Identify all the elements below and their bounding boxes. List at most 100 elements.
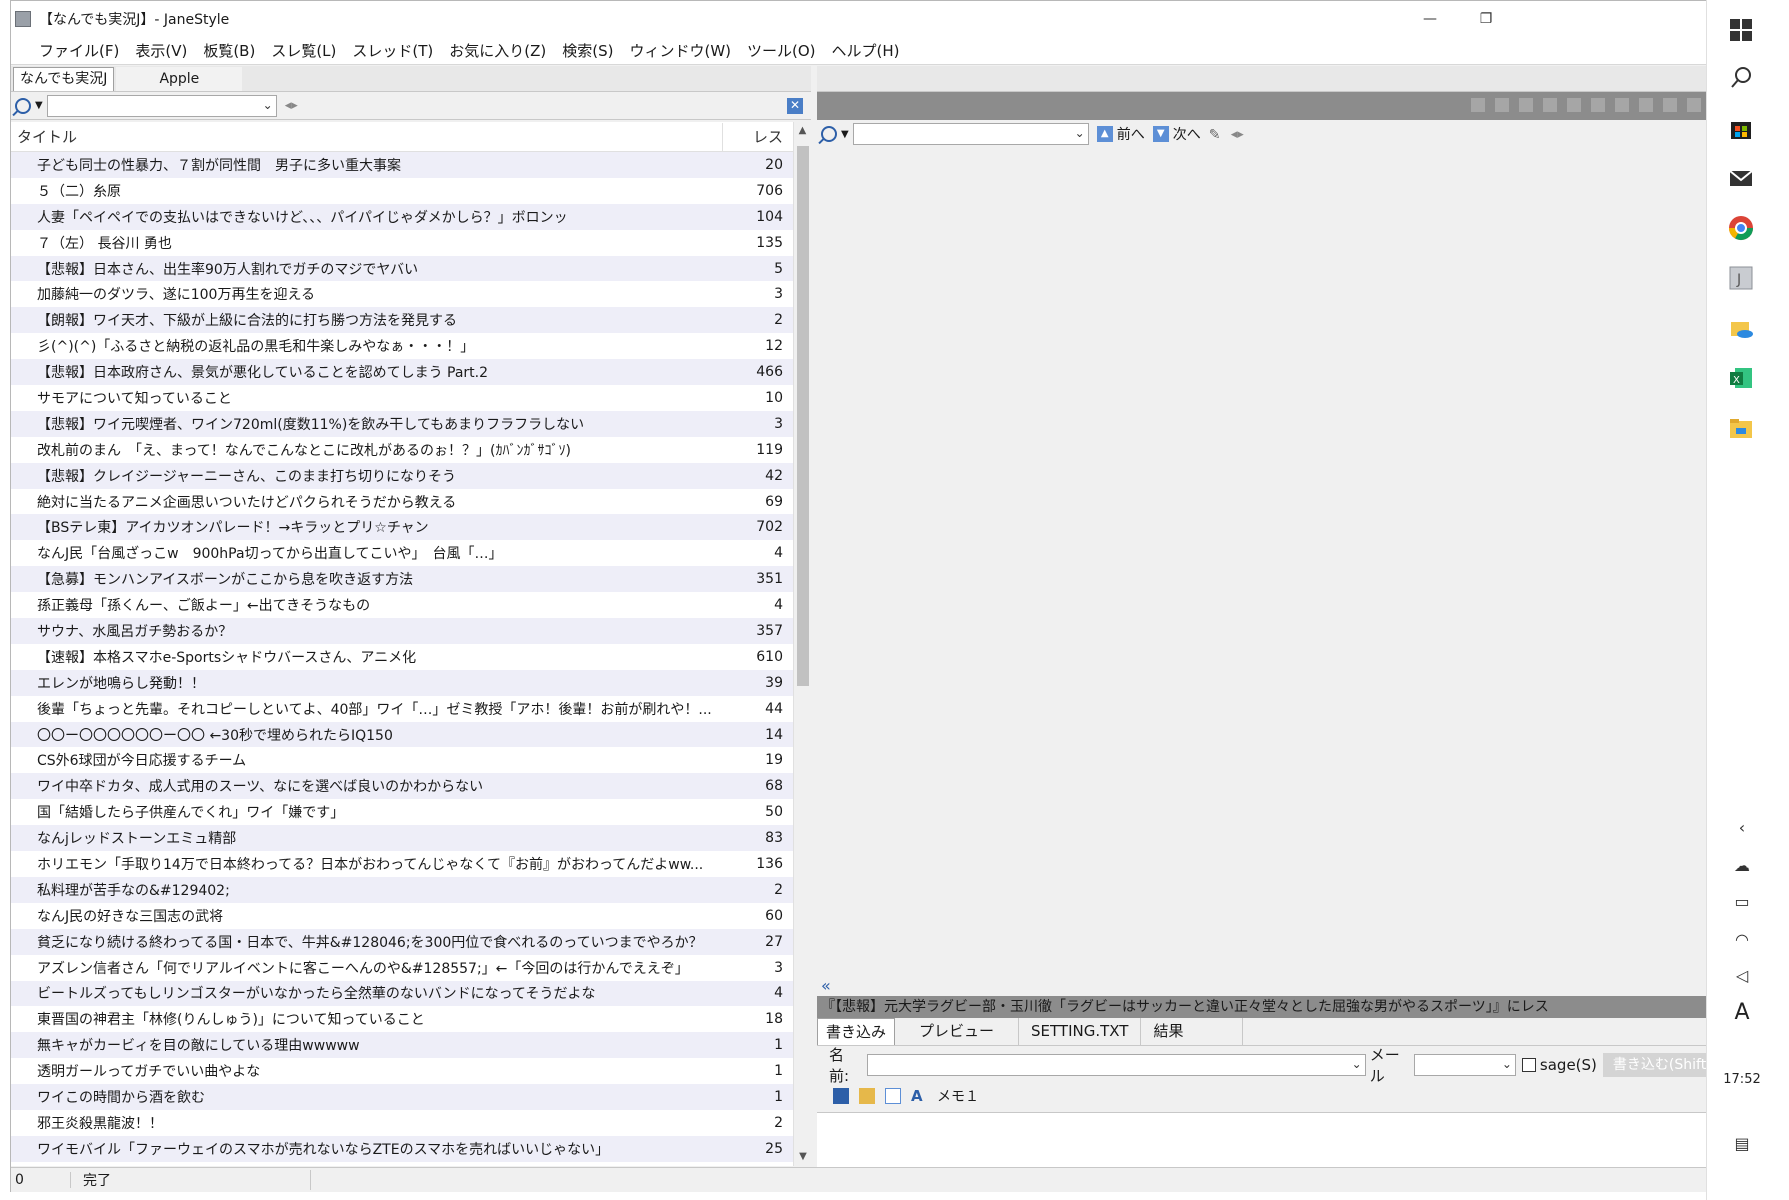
menu-board[interactable]: 板覧(B) — [195, 38, 263, 64]
windows-start-icon[interactable] — [1727, 16, 1755, 44]
mail-icon[interactable] — [1727, 164, 1755, 192]
in-thread-search-input[interactable]: ⌄ — [852, 123, 1089, 145]
table-row[interactable]: 貧乏になり続ける終わってる国・日本で、牛丼&#128046;を300円位で食べれ… — [11, 928, 793, 955]
thread-title[interactable]: 【悲報】日本さん、出生率90万人割れでガチのマジでヤバい — [11, 259, 723, 279]
table-row[interactable]: サモアについて知っていること 10 — [11, 385, 793, 411]
post-button[interactable]: 書き込む(Shift — [1602, 1053, 1711, 1077]
thread-title[interactable]: ５（二）糸原 — [11, 181, 723, 201]
tab-setting-txt[interactable]: SETTING.TXT — [1019, 1018, 1142, 1045]
thread-title[interactable]: 人妻「ペイペイでの支払いはできないけど、、、パイパイじゃダメかしら？」ボロンッ — [11, 207, 723, 227]
sage-checkbox[interactable]: sage(S) — [1521, 1056, 1597, 1074]
table-row[interactable]: 加藤純一のダツラ、遂に100万再生を迎える 3 — [11, 281, 793, 308]
scroll-thumb[interactable] — [797, 146, 809, 686]
thread-title[interactable]: 孫正義母「孫くんー、ご飯よー」←出てきそうなもの — [11, 595, 723, 615]
scroll-down-icon[interactable]: ▼ — [794, 1148, 812, 1166]
trash-icon[interactable] — [1663, 98, 1677, 112]
thread-title[interactable]: 絶対に当たるアニメ企画思いついたけどパクられそうだから教える — [11, 492, 723, 512]
thread-title[interactable]: 後輩「ちょっと先輩。それコピーしといてよ、40部」ワイ「…」ゼミ教授「アホ！後輩… — [11, 699, 723, 719]
table-row[interactable]: ５（二）糸原 706 — [11, 177, 793, 204]
thread-title[interactable]: 子ども同士の性暴力、７割が同性間 男子に多い重大事案 — [11, 155, 723, 175]
table-row[interactable]: 透明ガールってガチでいい曲やよな 1 — [11, 1058, 793, 1085]
menu-window[interactable]: ウィンドウ(W) — [621, 38, 739, 64]
table-row[interactable]: サウナ、水風呂ガチ勢おるか？ 357 — [11, 618, 793, 644]
restore-button[interactable]: ❐ — [1463, 1, 1509, 37]
thread-title[interactable]: CS外6球団が今日応援するチーム — [11, 750, 723, 770]
menu-favorites[interactable]: お気に入り(Z) — [441, 38, 554, 64]
close-icon[interactable]: ✕ — [787, 98, 803, 114]
tab-write[interactable]: 書き込み — [817, 1018, 896, 1045]
file-explorer-icon[interactable] — [1727, 414, 1755, 442]
thread-title[interactable]: ワイ中卒ドカタ、成人式用のスーツ、なにを選べば良いのかわからない — [11, 776, 723, 796]
menu-help[interactable]: ヘルプ(H) — [824, 38, 908, 64]
table-row[interactable]: なんJ民「台風ざっこw 900hPa切ってから出直してこいや」 台風「…」 4 — [11, 540, 793, 567]
tab-nanj[interactable]: なんでも実況J — [13, 67, 115, 91]
chevron-down-icon[interactable]: ⌄ — [1352, 1057, 1362, 1071]
table-row[interactable]: なんJ民の好きな三国志の武将 60 — [11, 902, 793, 929]
document-icon[interactable] — [1519, 98, 1533, 112]
table-row[interactable]: 無キャがカービィを目の敵にしている理由wwwww 1 — [11, 1032, 793, 1059]
thread-title[interactable]: 無キャがカービィを目の敵にしている理由wwwww — [11, 1035, 723, 1055]
chevron-left-icon[interactable]: ‹ — [1731, 818, 1753, 840]
splitter-icon[interactable]: ◂▸ — [285, 98, 298, 113]
thread-search-input[interactable]: ⌄ — [46, 94, 277, 117]
janestyle-icon[interactable]: J — [1727, 264, 1755, 292]
table-row[interactable]: 邪王炎殺黒龍波！！ 2 — [11, 1109, 793, 1136]
tab-result[interactable]: 結果 — [1141, 1018, 1244, 1045]
clock[interactable]: 17:52 — [1707, 1072, 1777, 1087]
thread-title[interactable]: 邪王炎殺黒龍波！！ — [11, 1113, 723, 1133]
thread-title[interactable]: ワイこの時間から酒を飲む — [11, 1087, 723, 1107]
mail-input[interactable]: ⌄ — [1413, 1054, 1516, 1076]
frame-icon[interactable] — [1639, 98, 1653, 112]
collapse-icon[interactable]: « — [821, 976, 831, 995]
clock-icon[interactable] — [1471, 98, 1485, 112]
menu-thread[interactable]: スレッド(T) — [344, 38, 441, 64]
thread-title[interactable]: 【速報】本格スマホe-Sportsシャドウバースさん、アニメ化 — [11, 647, 723, 667]
thread-content-area[interactable] — [817, 148, 1711, 968]
wifi-icon[interactable]: ◠ — [1731, 930, 1753, 952]
excel-icon[interactable]: X — [1727, 364, 1755, 392]
thread-title[interactable]: 【悲報】クレイジージャーニーさん、このまま打ち切りになりそう — [11, 466, 723, 486]
thread-title[interactable]: なんjレッドストーンエミュ精部 — [11, 828, 723, 848]
chevron-down-icon[interactable]: ⌄ — [263, 98, 273, 112]
table-row[interactable]: ビートルズってもしリンゴスターがいなかったら全然華のないバンドになってそうだよな… — [11, 980, 793, 1007]
thread-title[interactable]: 彡(^)(^)「ふるさと納税の返礼品の黒毛和牛楽しみやなぁ・・・！」 — [11, 336, 723, 356]
table-row[interactable]: ホリエモン「手取り14万で日本終わってる？日本がおわってんじゃなくて『お前』がお… — [11, 851, 793, 877]
thread-title[interactable]: 透明ガールってガチでいい曲やよな — [11, 1061, 723, 1081]
table-row[interactable]: 子ども同士の性暴力、７割が同性間 男子に多い重大事案 20 — [11, 152, 793, 178]
table-row[interactable]: CS外6球団が今日応援するチーム 19 — [11, 747, 793, 774]
search-icon[interactable] — [821, 126, 837, 142]
battery-icon[interactable]: ▭ — [1731, 892, 1753, 914]
table-row[interactable]: 【悲報】ワイ元喫煙者、ワイン720ml(度数11%)を飲み干してもあまりフラフラ… — [11, 410, 793, 437]
chevron-down-icon[interactable]: ▼ — [35, 100, 43, 111]
search-icon[interactable] — [1727, 64, 1755, 92]
chevron-down-icon[interactable]: ⌄ — [1075, 126, 1085, 140]
name-input[interactable]: ⌄ — [867, 1054, 1366, 1076]
table-row[interactable]: ワイモバイル「ファーウェイのスマホが売れないならZTEのスマホを売ればいいじゃな… — [11, 1135, 793, 1162]
splitter-icon[interactable]: ◂▸ — [1231, 127, 1244, 142]
table-row[interactable]: 人妻「ペイペイでの支払いはできないけど、、、パイパイじゃダメかしら？」ボロンッ 1… — [11, 203, 793, 230]
table-row[interactable]: 【悲報】日本政府さん、景気が悪化していることを認めてしまう Part.2 466 — [11, 359, 793, 386]
column-title[interactable]: タイトル — [11, 122, 723, 151]
chevron-down-icon[interactable]: ⌄ — [1502, 1057, 1512, 1071]
onedrive-folder-icon[interactable] — [1727, 314, 1755, 342]
new-document-icon[interactable] — [885, 1088, 901, 1104]
table-row[interactable]: エレンが地鳴らし発動！！ 39 — [11, 669, 793, 696]
notification-icon[interactable]: ▤ — [1731, 1134, 1753, 1156]
document-icon[interactable] — [1591, 98, 1605, 112]
tab-apple[interactable]: Apple — [116, 67, 243, 91]
menu-view[interactable]: 表示(V) — [127, 38, 195, 64]
thread-title[interactable]: 〇〇ー〇〇〇〇〇〇ー〇〇 ←30秒で埋められたらIQ150 — [11, 725, 723, 745]
table-row[interactable]: 私料理が苦手なの&#129402; 2 — [11, 876, 793, 903]
thread-title[interactable]: 【朗報】ワイ天才、下級が上級に合法的に打ち勝つ方法を発見する — [11, 310, 723, 330]
prev-button[interactable]: ▲ 前へ — [1096, 124, 1145, 144]
thread-title[interactable]: サモアについて知っていること — [11, 388, 723, 408]
table-row[interactable]: アズレン信者さん「何でリアルイベントに客こーへんのや&#128557;」←「今回… — [11, 954, 793, 981]
document-icon[interactable] — [1543, 98, 1557, 112]
menu-tools[interactable]: ツール(O) — [739, 38, 824, 64]
menu-file[interactable]: ファイル(F) — [31, 38, 127, 64]
list-icon[interactable] — [1567, 98, 1581, 112]
chrome-icon[interactable] — [1727, 214, 1755, 242]
table-row[interactable]: 後輩「ちょっと先輩。それコピーしといてよ、40部」ワイ「…」ゼミ教授「アホ！後輩… — [11, 695, 793, 722]
thread-title[interactable]: 【悲報】ワイ元喫煙者、ワイン720ml(度数11%)を飲み干してもあまりフラフラ… — [11, 414, 723, 434]
search-icon[interactable] — [15, 97, 31, 114]
